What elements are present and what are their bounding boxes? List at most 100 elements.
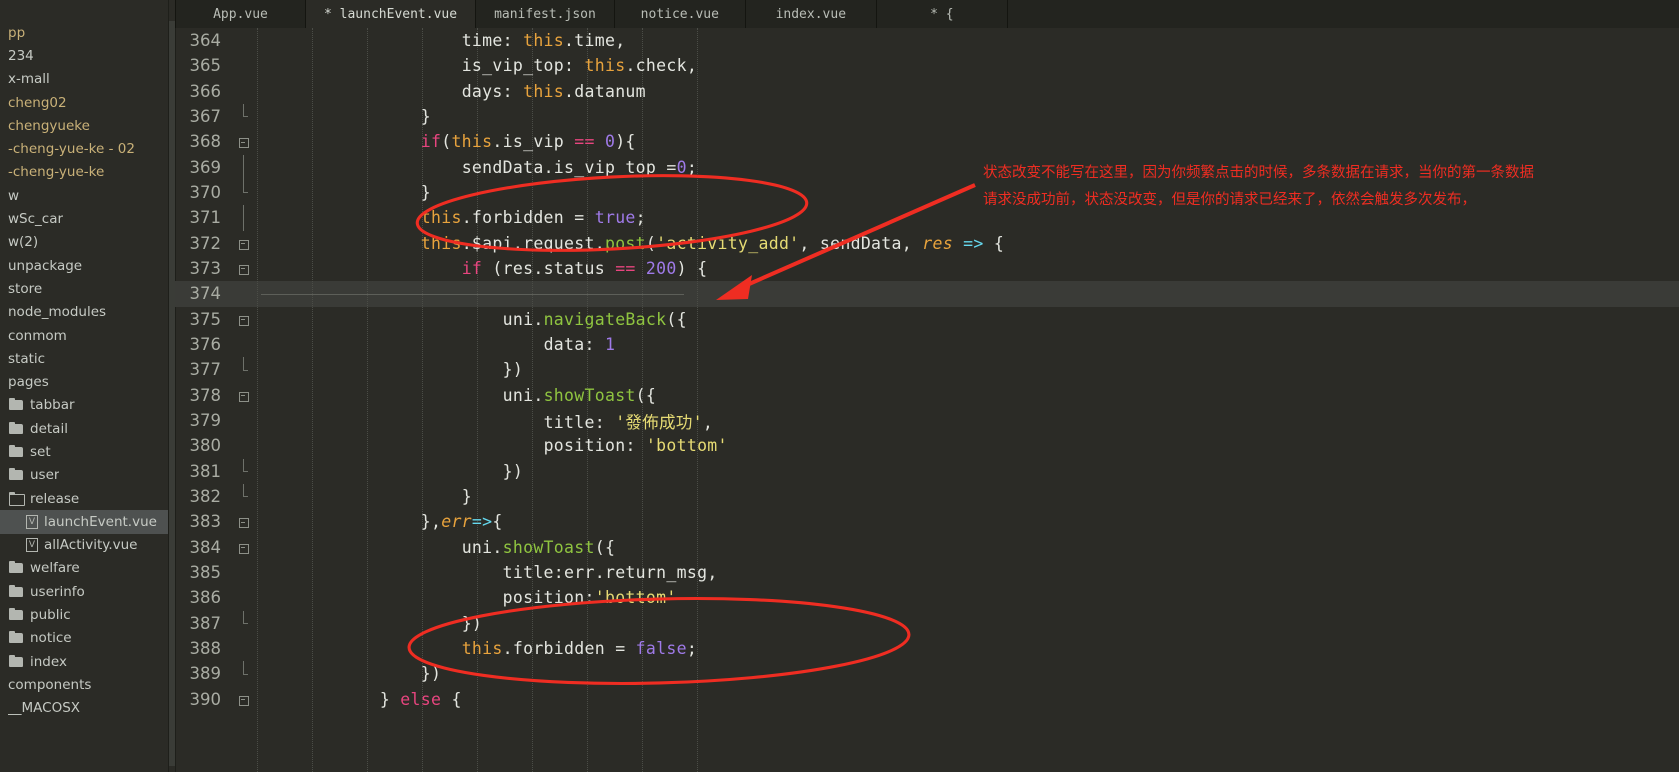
line-number: 367 — [189, 107, 222, 127]
tree-item-userinfo[interactable]: userinfo — [0, 580, 168, 603]
tree-item-w-2[interactable]: w(2) — [0, 231, 168, 254]
tree-item-unpackage[interactable]: unpackage — [0, 254, 168, 277]
tree-item-release[interactable]: release — [0, 487, 168, 510]
editor-tabbar[interactable]: App.vue * launchEvent.vue manifest.json not… — [175, 0, 1679, 28]
code-text: title:err.return_msg, — [502, 563, 718, 583]
code-line[interactable]: 380 position: 'bottom' — [175, 433, 1679, 458]
tree-item-tabbar[interactable]: tabbar — [0, 394, 168, 417]
tree-item-label: w(2) — [8, 234, 39, 251]
fold-guide — [237, 560, 257, 585]
editor-tab-[interactable]: * { — [876, 0, 1008, 28]
tree-item-chengyueke[interactable]: chengyueke — [0, 114, 168, 137]
code-text: this.forbidden = false; — [461, 639, 698, 659]
tree-item-conmom[interactable]: conmom — [0, 324, 168, 347]
code-line[interactable]: 387 }) — [175, 610, 1679, 636]
tree-item-allactivity-vue[interactable]: allActivity.vue — [0, 534, 168, 557]
editor-tab-launchevent-vue[interactable]: * launchEvent.vue — [306, 0, 477, 28]
tree-item-x-mall[interactable]: x-mall — [0, 68, 168, 91]
tree-item-store[interactable]: store — [0, 277, 168, 300]
code-line[interactable]: 369 sendData.is_vip_top =0; — [175, 154, 1679, 181]
editor-tab-manifest-json[interactable]: manifest.json — [476, 0, 615, 28]
tree-item-launchevent-vue[interactable]: launchEvent.vue — [0, 510, 168, 534]
editor-tab-notice-vue[interactable]: notice.vue — [614, 0, 746, 28]
code-line[interactable]: 384 uni.showToast({ — [175, 535, 1679, 560]
code-line[interactable]: 382 } — [175, 483, 1679, 509]
editor-panel: App.vue * launchEvent.vue manifest.json not… — [168, 0, 1679, 772]
editor-tab-app-vue[interactable]: App.vue — [175, 0, 306, 28]
vue-file-icon — [26, 538, 38, 553]
tree-item-components[interactable]: components — [0, 673, 168, 696]
code-line[interactable]: 386 position:'bottom' — [175, 585, 1679, 610]
tree-item-user[interactable]: user — [0, 464, 168, 487]
tree-item-234[interactable]: 234 — [0, 44, 168, 67]
fold-guide — [237, 154, 257, 181]
code-line[interactable]: 389 }) — [175, 661, 1679, 686]
tree-item-welfare[interactable]: welfare — [0, 557, 168, 580]
code-lines[interactable]: 364 time: this.time, 365 is_vip_top: this… — [175, 28, 1679, 712]
tree-item-w[interactable]: w — [0, 184, 168, 207]
code-editor[interactable]: 364 time: this.time, 365 is_vip_top: this… — [175, 28, 1679, 772]
line-number: 368 — [189, 132, 222, 152]
code-line[interactable]: 373 if (res.status == 200) { — [175, 256, 1679, 281]
code-line[interactable]: 379 title: '發佈成功', — [175, 408, 1679, 433]
tree-item-pp[interactable]: pp — [0, 21, 168, 44]
code-line[interactable]: 388 this.forbidden = false; — [175, 636, 1679, 661]
tree-item-wsc-car[interactable]: wSc_car — [0, 207, 168, 230]
tree-item-cheng-yue-ke-02[interactable]: -cheng-yue-ke - 02 — [0, 137, 168, 160]
tree-item-detail[interactable]: detail — [0, 417, 168, 440]
tree-item-label: userinfo — [30, 583, 85, 600]
tree-item-label: chengyueke — [8, 117, 90, 134]
file-explorer-sidebar[interactable]: pp 234 x-mall cheng02 chengyueke -cheng-yue-k… — [0, 0, 168, 772]
code-line[interactable]: 375 uni.navigateBack({ — [175, 307, 1679, 332]
tree-item-label: set — [30, 443, 51, 460]
code-line-current[interactable]: 374 — [175, 281, 1679, 307]
folder-icon — [8, 631, 25, 645]
code-line[interactable]: 383 },err=>{ — [175, 509, 1679, 534]
tree-item-cheng02[interactable]: cheng02 — [0, 91, 168, 114]
fold-guide — [237, 636, 257, 661]
tree-item-node-modules[interactable]: node_modules — [0, 301, 168, 324]
tree-item-label: -cheng-yue-ke — [8, 164, 105, 181]
tree-item-label: store — [8, 280, 43, 297]
line-number: 385 — [189, 563, 222, 583]
code-line[interactable]: 372 this.$api.request.post('activity_add… — [175, 231, 1679, 256]
fold-guide — [237, 281, 257, 306]
code-line[interactable]: 364 time: this.time, — [175, 28, 1679, 53]
fold-toggle-icon[interactable] — [237, 509, 257, 534]
tree-item-label: detail — [30, 420, 68, 437]
tree-item-cheng-yue-ke[interactable]: -cheng-yue-ke — [0, 161, 168, 184]
tree-item-pages[interactable]: pages — [0, 370, 168, 393]
line-number: 390 — [189, 689, 222, 709]
code-line[interactable]: 370 } — [175, 179, 1679, 205]
editor-tab-index-vue[interactable]: index.vue — [745, 0, 877, 28]
tree-item-static[interactable]: static — [0, 347, 168, 370]
fold-toggle-icon[interactable] — [237, 129, 257, 154]
code-line[interactable]: 385 title:err.return_msg, — [175, 560, 1679, 585]
fold-toggle-icon[interactable] — [237, 535, 257, 560]
code-line[interactable]: 367 } — [175, 103, 1679, 129]
tree-item-macosx[interactable]: __MACOSX — [0, 697, 168, 720]
tree-item-label: user — [30, 467, 60, 484]
tree-item-notice[interactable]: notice — [0, 627, 168, 650]
code-line[interactable]: 381 }) — [175, 458, 1679, 484]
code-line[interactable]: 377 }) — [175, 357, 1679, 382]
code-line[interactable]: 368 if(this.is_vip == 0){ — [175, 129, 1679, 154]
tree-item-public[interactable]: public — [0, 603, 168, 626]
fold-toggle-icon[interactable] — [237, 231, 257, 256]
tree-item-set[interactable]: set — [0, 440, 168, 463]
code-line[interactable]: 378 uni.showToast({ — [175, 383, 1679, 408]
tree-item-index[interactable]: index — [0, 650, 168, 673]
fold-toggle-icon[interactable] — [237, 307, 257, 332]
sidebar-scrollbar[interactable] — [169, 21, 175, 766]
line-number: 381 — [189, 461, 222, 481]
fold-toggle-icon[interactable] — [237, 383, 257, 408]
code-line[interactable]: 376 data: 1 — [175, 332, 1679, 357]
code-text: uni.showToast({ — [502, 385, 657, 405]
code-text: days: this.datanum — [461, 81, 646, 101]
code-line[interactable]: 371 this.forbidden = true; — [175, 205, 1679, 231]
code-line[interactable]: 365 is_vip_top: this.check, — [175, 53, 1679, 78]
fold-toggle-icon[interactable] — [237, 687, 257, 712]
code-line[interactable]: 390 } else { — [175, 687, 1679, 712]
fold-toggle-icon[interactable] — [237, 256, 257, 281]
code-line[interactable]: 366 days: this.datanum — [175, 79, 1679, 104]
